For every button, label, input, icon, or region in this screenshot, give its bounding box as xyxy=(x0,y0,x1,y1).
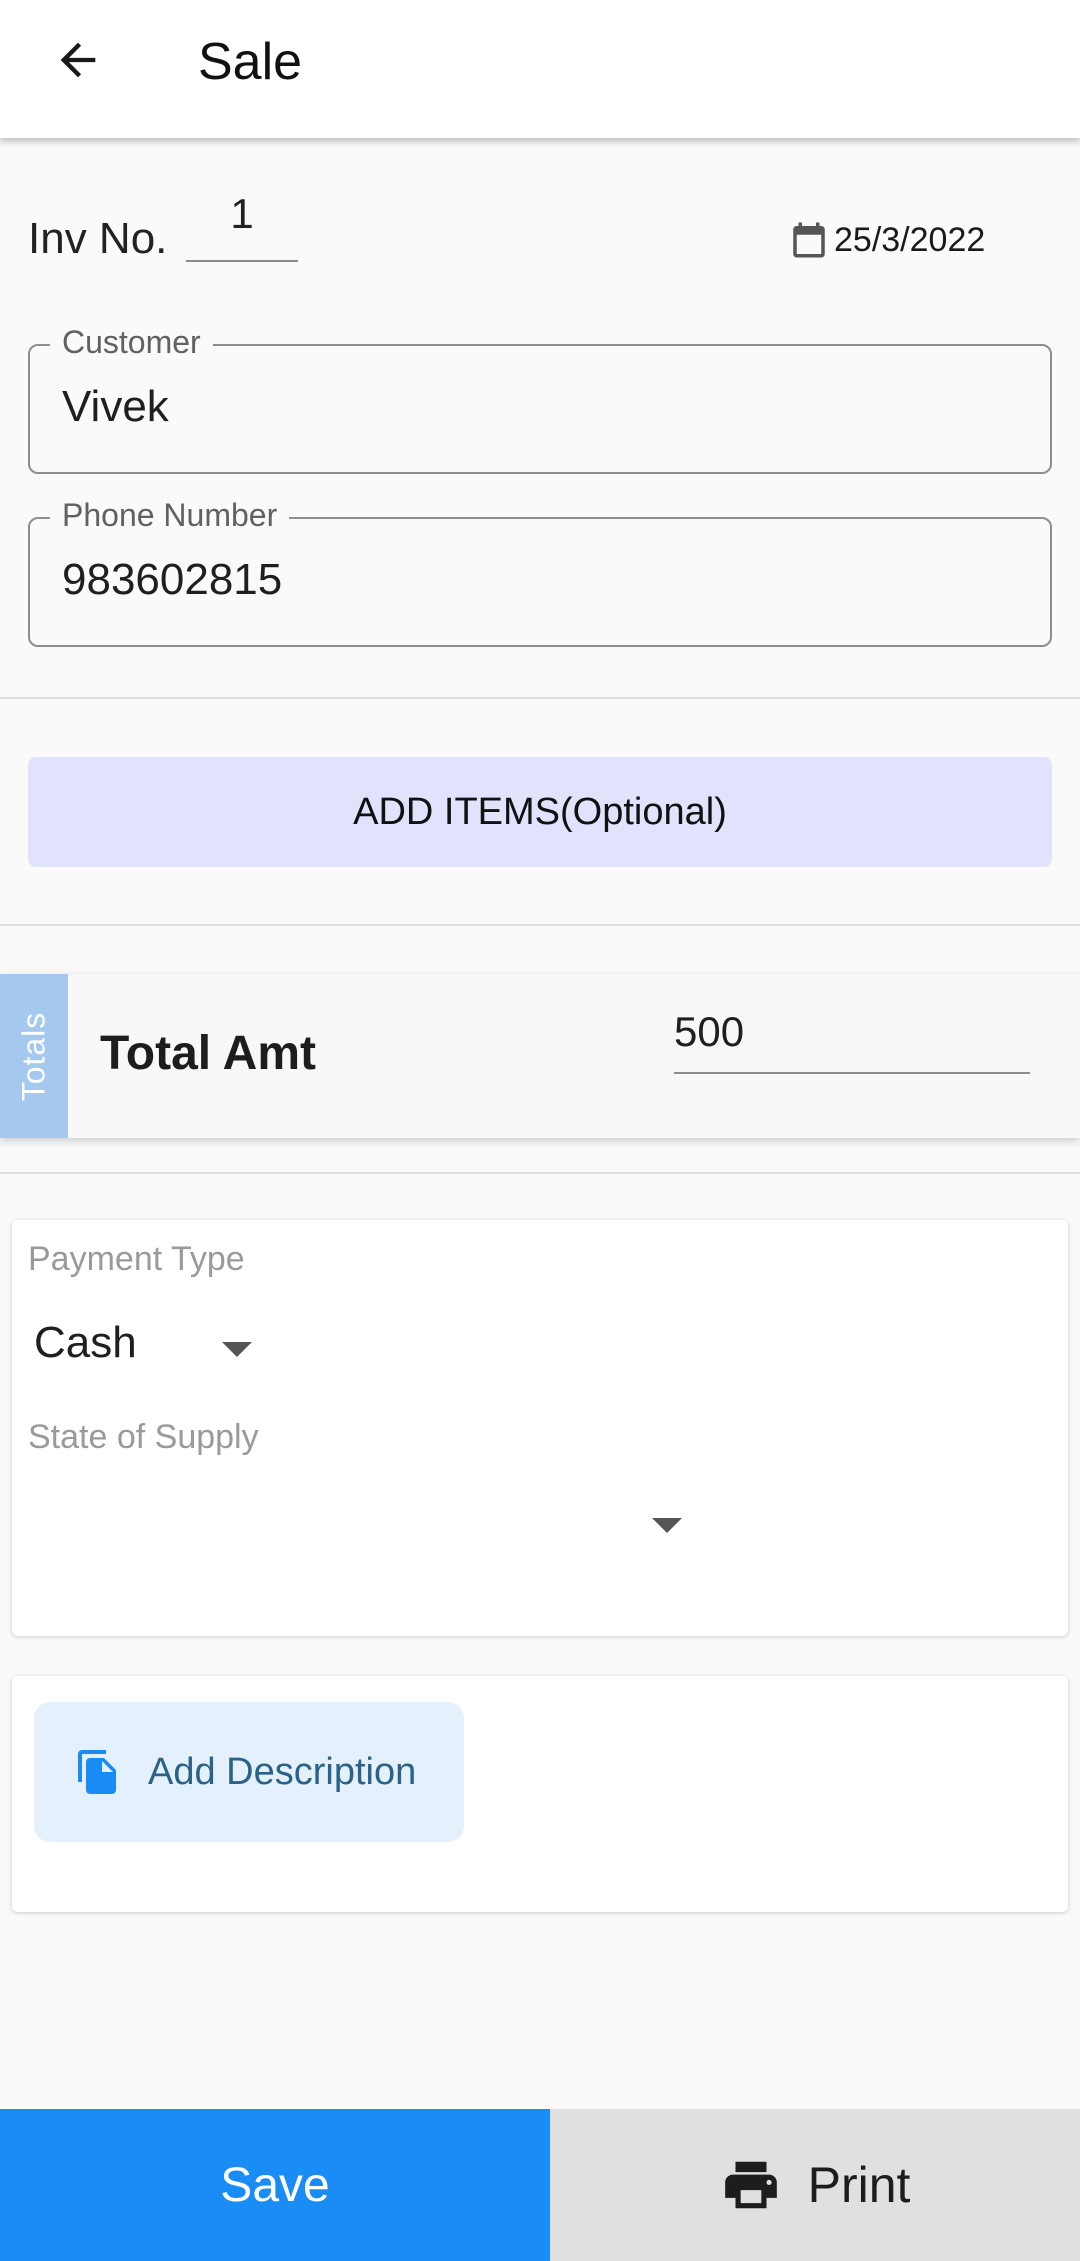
phone-number-field[interactable]: Phone Number 983602815 xyxy=(28,497,1052,647)
date-picker[interactable]: 25/3/2022 xyxy=(788,218,985,262)
document-icon xyxy=(78,1750,116,1794)
chevron-down-icon[interactable] xyxy=(222,1342,252,1357)
print-button[interactable]: Print xyxy=(550,2109,1080,2261)
total-amount-label: Total Amt xyxy=(100,1027,316,1080)
printer-icon xyxy=(724,2161,777,2209)
divider xyxy=(0,697,1080,699)
add-description-button[interactable]: Add Description xyxy=(34,1702,464,1842)
customer-label: Customer xyxy=(50,324,213,361)
payment-type-label: Payment Type xyxy=(28,1240,245,1278)
totals-tab-label: Totals xyxy=(15,1011,52,1101)
divider xyxy=(0,924,1080,926)
phone-number-value: 983602815 xyxy=(62,555,283,604)
customer-field[interactable]: Customer Vivek xyxy=(28,324,1052,474)
chevron-down-icon[interactable] xyxy=(652,1518,682,1533)
state-of-supply-dropdown[interactable] xyxy=(28,1490,688,1560)
payment-card: Payment Type Cash State of Supply xyxy=(12,1220,1068,1636)
payment-type-dropdown[interactable]: Cash xyxy=(34,1318,137,1368)
description-card: Add Description xyxy=(12,1676,1068,1912)
state-of-supply-label: State of Supply xyxy=(28,1418,259,1456)
add-items-button[interactable]: ADD ITEMS(Optional) xyxy=(28,757,1052,867)
invoice-number-label: Inv No. xyxy=(28,214,168,263)
totals-tab: Totals xyxy=(0,974,68,1138)
customer-value: Vivek xyxy=(62,382,169,431)
save-button[interactable]: Save xyxy=(0,2109,550,2261)
print-label: Print xyxy=(807,2157,911,2213)
calendar-icon xyxy=(793,222,825,258)
divider xyxy=(0,1172,1080,1174)
back-button[interactable] xyxy=(40,22,116,98)
page-title: Sale xyxy=(198,33,303,91)
app-bar: Sale xyxy=(0,0,1080,138)
add-description-label: Add Description xyxy=(148,1750,417,1793)
arrow-left-icon xyxy=(60,42,96,78)
totals-card: Totals Total Amt 500 xyxy=(0,974,1080,1138)
invoice-date: 25/3/2022 xyxy=(834,220,986,259)
phone-number-label: Phone Number xyxy=(50,497,290,534)
total-amount-field[interactable]: 500 xyxy=(674,1008,1030,1074)
invoice-number-field[interactable]: 1 xyxy=(186,186,298,262)
